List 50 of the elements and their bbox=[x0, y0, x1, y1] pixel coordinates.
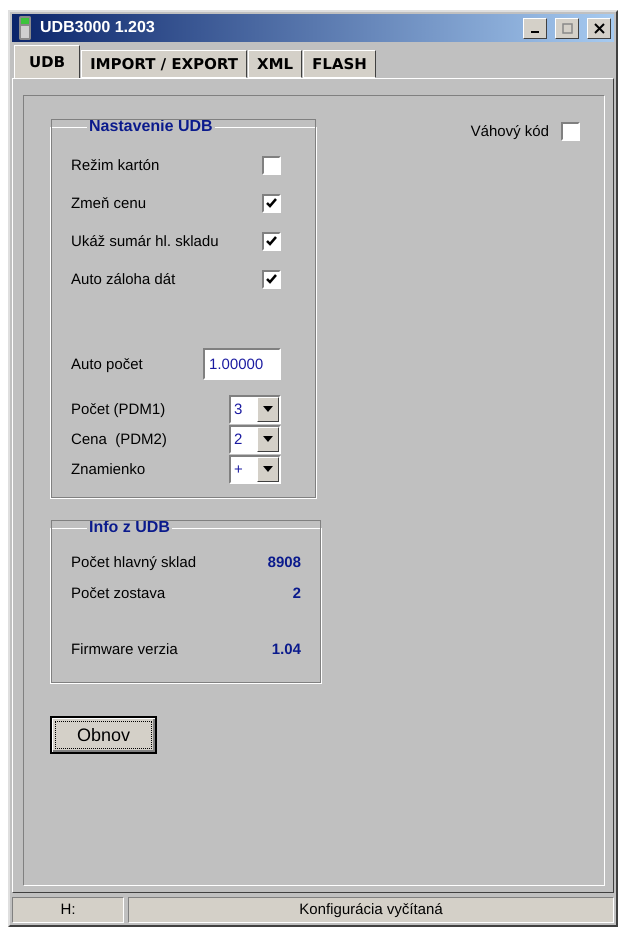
checkbox-label: Zmeň cenu bbox=[71, 194, 146, 212]
group-title: Nastavenie UDB bbox=[88, 118, 214, 136]
caret-icon bbox=[263, 436, 273, 442]
dropdown-button[interactable] bbox=[257, 456, 279, 482]
dropdown-button[interactable] bbox=[257, 426, 279, 452]
tab[interactable]: UDB bbox=[14, 45, 80, 78]
close-icon bbox=[594, 22, 604, 34]
check-icon bbox=[266, 198, 277, 208]
maximize-button[interactable] bbox=[555, 18, 579, 38]
checkbox[interactable] bbox=[561, 122, 580, 141]
caret-icon bbox=[263, 406, 273, 412]
info-value: 2 bbox=[292, 585, 301, 602]
checkbox-label: Ukáž sumár hl. skladu bbox=[71, 232, 219, 250]
dropdown[interactable]: + bbox=[229, 454, 281, 484]
tab[interactable]: FLASH bbox=[303, 50, 376, 78]
group-title: Info z UDB bbox=[88, 519, 171, 537]
window-title: UDB3000 1.203 bbox=[40, 19, 156, 37]
status-field: H: bbox=[12, 897, 124, 923]
input-field[interactable]: 1.00000 bbox=[203, 348, 281, 380]
check-icon bbox=[266, 274, 277, 284]
field-label: Cena (PDM2) bbox=[71, 430, 167, 448]
checkbox-label: Váhový kód bbox=[470, 123, 549, 140]
checkbox[interactable] bbox=[262, 232, 281, 250]
minimize-icon bbox=[531, 31, 539, 33]
tab[interactable]: XML bbox=[248, 50, 302, 78]
info-value: 8908 bbox=[268, 554, 301, 571]
maximize-icon bbox=[562, 22, 572, 34]
close-button[interactable] bbox=[587, 18, 611, 38]
checkbox-label: Režim kartón bbox=[71, 156, 160, 174]
info-value: 1.04 bbox=[272, 641, 301, 658]
dropdown[interactable]: 2 bbox=[229, 424, 281, 454]
checkbox[interactable] bbox=[262, 194, 281, 212]
info-label: Firmware verzia bbox=[71, 641, 178, 658]
tab[interactable]: IMPORT / EXPORT bbox=[81, 50, 248, 78]
checkbox[interactable] bbox=[262, 156, 281, 174]
refresh-button[interactable]: Obnov bbox=[50, 716, 157, 754]
dropdown-button[interactable] bbox=[257, 396, 279, 422]
checkbox[interactable] bbox=[262, 270, 281, 288]
field-label: Znamienko bbox=[71, 460, 146, 478]
field-label: Auto počet bbox=[71, 356, 143, 372]
minimize-button[interactable] bbox=[523, 18, 547, 38]
caret-icon bbox=[263, 466, 273, 472]
dropdown[interactable]: 3 bbox=[229, 394, 281, 424]
info-label: Počet hlavný sklad bbox=[71, 554, 196, 571]
handheld-device-icon bbox=[18, 16, 32, 40]
check-icon bbox=[266, 236, 277, 246]
info-label: Počet zostava bbox=[71, 585, 166, 602]
status-field: Konfigurácia vyčítaná bbox=[128, 897, 614, 923]
checkbox-label: Auto záloha dát bbox=[71, 270, 176, 288]
field-label: Počet (PDM1) bbox=[71, 400, 166, 418]
